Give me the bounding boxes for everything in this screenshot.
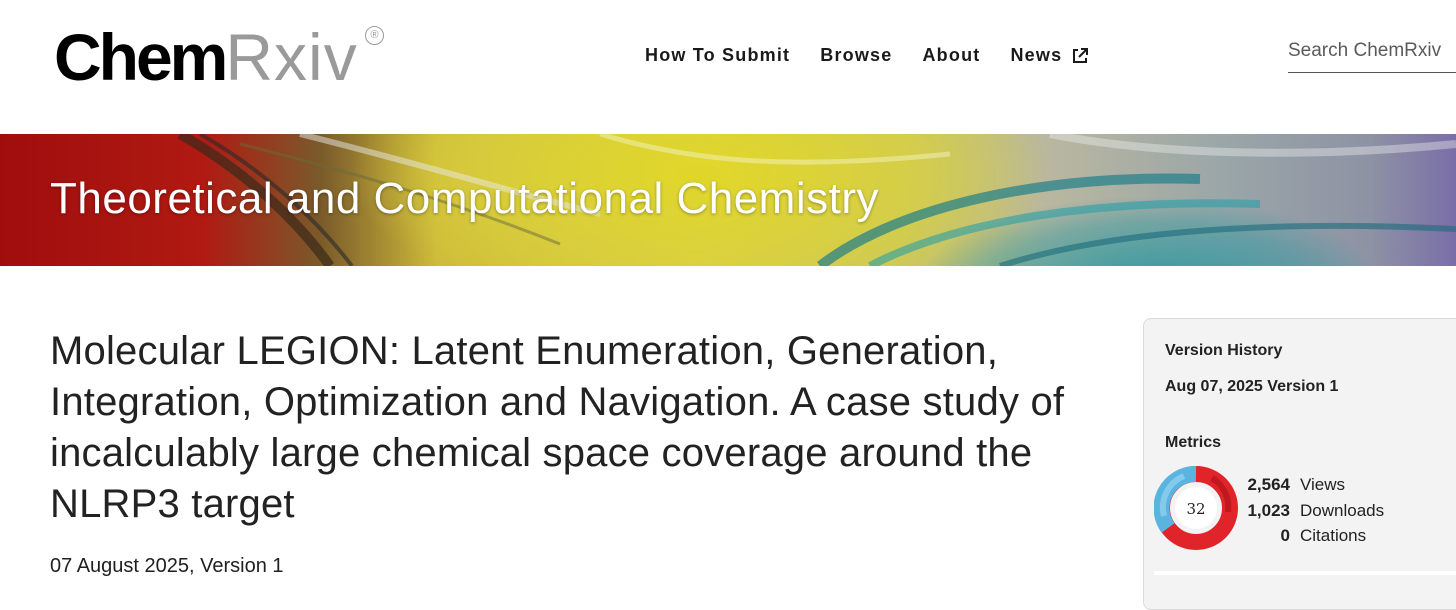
version-entry[interactable]: Aug 07, 2025 Version 1 xyxy=(1165,378,1338,396)
search-box xyxy=(1288,40,1456,73)
metric-value: 0 xyxy=(1280,526,1290,545)
logo-rxiv-text: Rxiv xyxy=(225,20,358,94)
metrics-heading: Metrics xyxy=(1165,434,1222,451)
metric-citations: 0 Citations xyxy=(1244,526,1367,546)
sidebar-divider xyxy=(1154,571,1456,575)
metric-label: Views xyxy=(1300,475,1346,494)
registered-mark: ® xyxy=(365,26,384,45)
main-nav: How To Submit Browse About News xyxy=(645,45,1119,66)
article-date-version: 07 August 2025, Version 1 xyxy=(50,555,284,577)
nav-label: Browse xyxy=(820,45,893,65)
metric-value: 2,564 xyxy=(1247,475,1290,494)
site-header: ChemRxiv ® How To Submit Browse About Ne… xyxy=(0,0,1456,134)
nav-how-to-submit[interactable]: How To Submit xyxy=(645,45,790,66)
nav-about[interactable]: About xyxy=(922,45,980,66)
category-title: Theoretical and Computational Chemistry xyxy=(50,174,879,223)
logo-chem-text: Chem xyxy=(54,20,228,94)
metric-label: Downloads xyxy=(1300,501,1385,520)
nav-label: How To Submit xyxy=(645,45,791,65)
nav-browse[interactable]: Browse xyxy=(820,45,892,66)
search-input[interactable] xyxy=(1288,40,1456,62)
nav-label: News xyxy=(1010,45,1063,65)
altmetric-score: 32 xyxy=(1186,500,1205,518)
article-sidebar: Version History Aug 07, 2025 Version 1 M… xyxy=(1143,318,1456,610)
metric-downloads: 1,023 Downloads xyxy=(1244,501,1384,521)
version-history-heading: Version History xyxy=(1165,342,1283,359)
article-title: Molecular LEGION: Latent Enumeration, Ge… xyxy=(50,329,1065,526)
metric-value: 1,023 xyxy=(1247,501,1290,520)
chemrxiv-logo[interactable]: ChemRxiv ® xyxy=(54,20,384,94)
metric-views: 2,564 Views xyxy=(1244,475,1345,495)
nav-label: About xyxy=(922,45,981,65)
nav-news[interactable]: News xyxy=(1010,45,1089,66)
metric-label: Citations xyxy=(1300,526,1367,545)
version-number: Version 1 xyxy=(1267,378,1339,395)
version-date: Aug 07, 2025 xyxy=(1165,378,1263,395)
category-banner: Theoretical and Computational Chemistry xyxy=(0,134,1456,266)
external-link-icon xyxy=(1071,47,1089,65)
altmetric-donut[interactable]: 32 xyxy=(1153,465,1238,550)
